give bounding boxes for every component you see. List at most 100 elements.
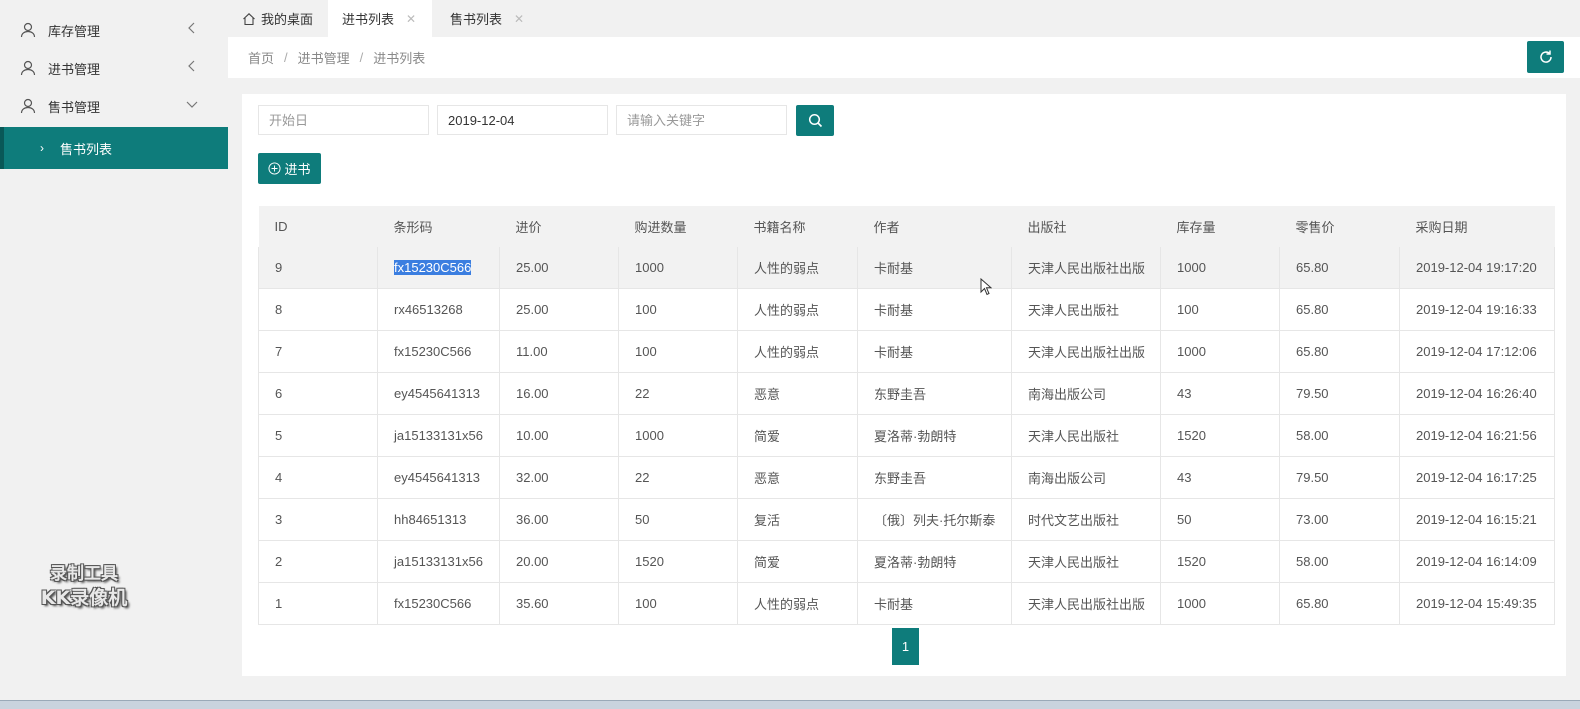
column-header: 零售价 (1279, 206, 1400, 247)
table-cell: 恶意 (737, 456, 858, 499)
table-cell: 73.00 (1279, 498, 1400, 541)
user-icon (20, 98, 36, 114)
pagination-page-1[interactable]: 1 (892, 628, 919, 665)
table-cell: 夏洛蒂·勃朗特 (857, 414, 1012, 457)
table-cell: 复活 (737, 498, 858, 541)
column-header: 库存量 (1160, 206, 1280, 247)
sidebar-item-label: 进书管理 (48, 61, 101, 77)
end-date-input[interactable] (437, 105, 608, 135)
breadcrumb-separator: / (359, 50, 364, 65)
column-header: 条形码 (377, 206, 500, 247)
table-cell: 32.00 (499, 456, 619, 499)
home-icon (243, 12, 255, 25)
table-cell: 东野圭吾 (857, 372, 1012, 415)
refresh-button[interactable] (1527, 41, 1564, 73)
table-cell: 58.00 (1279, 414, 1400, 457)
sidebar: 库存管理 进书管理 售书管理 › 售书列表 录制工具 KK录像机 (0, 0, 228, 700)
table-cell: 1 (258, 582, 378, 625)
table-cell: 1520 (1160, 540, 1280, 583)
table-cell: 36.00 (499, 498, 619, 541)
table-cell: 8 (258, 288, 378, 331)
table-row[interactable]: 5 ja15133131x56 10.00 1000 简爱 夏洛蒂·勃朗特 天津人民出版社 1… (258, 414, 1555, 457)
table-cell: 50 (618, 498, 738, 541)
table-row[interactable]: 4 ey4545641313 32.00 22 恶意 东野圭吾 南海出版公司 43 79.50 2… (258, 456, 1555, 499)
table-cell: 1520 (618, 540, 738, 583)
add-purchase-button[interactable]: 进书 (258, 153, 321, 184)
main-panel: 进书 ID条形码进价购进数量书籍名称作者出版社库存量零售价采购日期 9 fx152… (242, 94, 1566, 676)
table-cell: 2019-12-04 16:14:09 (1399, 540, 1555, 583)
table-cell: rx46513268 (377, 288, 500, 331)
table-row[interactable]: 2 ja15133131x56 20.00 1520 简爱 夏洛蒂·勃朗特 天津人民出版社 1… (258, 540, 1555, 583)
breadcrumb-current: 进书列表 (373, 51, 426, 66)
sidebar-item-inventory[interactable]: 库存管理 (0, 11, 228, 49)
table-cell: 2 (258, 540, 378, 583)
column-header: 出版社 (1011, 206, 1161, 247)
table-cell: 65.80 (1279, 288, 1400, 331)
sidebar-item-label: 库存管理 (48, 23, 101, 39)
table-cell: 天津人民出版社 (1011, 540, 1161, 583)
table-cell: 65.80 (1279, 582, 1400, 625)
sidebar-item-sales[interactable]: 售书管理 (0, 87, 228, 125)
table-cell: fx15230C566 (377, 330, 500, 373)
sidebar-item-purchase[interactable]: 进书管理 (0, 49, 228, 87)
user-icon (20, 60, 36, 76)
table-cell: 恶意 (737, 372, 858, 415)
table-cell: 1000 (1160, 582, 1280, 625)
table-cell: 25.00 (499, 288, 619, 331)
table-row[interactable]: 9 fx15230C566 25.00 1000 人性的弱点 卡耐基 天津人民出版社出版 10… (258, 247, 1555, 289)
column-header: 书籍名称 (737, 206, 858, 247)
table-cell: 2019-12-04 17:12:06 (1399, 330, 1555, 373)
table-cell: 7 (258, 330, 378, 373)
table-cell: 南海出版公司 (1011, 372, 1161, 415)
tab-purchase-list[interactable]: 进书列表 ✕ (328, 0, 432, 37)
table-cell: 43 (1160, 372, 1280, 415)
table-cell: fx15230C566 (377, 582, 500, 625)
table-row[interactable]: 7 fx15230C566 11.00 100 人性的弱点 卡耐基 天津人民出版社出版 100… (258, 330, 1555, 373)
search-icon (808, 113, 822, 128)
chevron-down-icon (186, 101, 198, 108)
table-cell: 5 (258, 414, 378, 457)
breadcrumb-separator: / (284, 50, 288, 65)
table-cell: 25.00 (499, 247, 619, 289)
watermark: 录制工具 KK录像机 (26, 562, 142, 610)
table-cell: 100 (618, 288, 738, 331)
table-row[interactable]: 6 ey4545641313 16.00 22 恶意 东野圭吾 南海出版公司 43 79.50 2… (258, 372, 1555, 415)
close-icon[interactable]: ✕ (406, 12, 416, 26)
table-cell: 9 (258, 247, 378, 289)
table-cell: 3 (258, 498, 378, 541)
search-button[interactable] (796, 105, 834, 136)
breadcrumb-section[interactable]: 进书管理 (298, 48, 350, 67)
column-header: 进价 (499, 206, 619, 247)
add-button-label: 进书 (284, 162, 311, 177)
column-header: ID (258, 206, 378, 247)
close-icon[interactable]: ✕ (514, 12, 524, 26)
table-cell: 58.00 (1279, 540, 1400, 583)
table-cell: 2019-12-04 16:26:40 (1399, 372, 1555, 415)
sidebar-subitem-sales-list[interactable]: › 售书列表 (0, 127, 228, 169)
table-cell: 79.50 (1279, 372, 1400, 415)
table-cell: 人性的弱点 (737, 582, 858, 625)
keyword-input[interactable] (616, 105, 787, 135)
table-cell: ey4545641313 (377, 456, 500, 499)
tab-bar: 我的桌面 进书列表 ✕ 售书列表 ✕ (228, 0, 1580, 37)
table-row[interactable]: 3 hh84651313 36.00 50 复活 〔俄〕列夫·托尔斯泰 时代文艺出版社 50 7… (258, 498, 1555, 541)
table-cell: 南海出版公司 (1011, 456, 1161, 499)
tab-sales-list[interactable]: 售书列表 ✕ (450, 0, 540, 37)
refresh-icon (1539, 50, 1552, 63)
sidebar-subitem-label: 售书列表 (60, 141, 113, 157)
table-cell: 卡耐基 (857, 330, 1012, 373)
table-cell: 100 (618, 582, 738, 625)
table-cell: 天津人民出版社出版 (1011, 582, 1161, 625)
breadcrumb-home[interactable]: 首页 (248, 48, 274, 67)
start-date-input[interactable] (258, 105, 429, 135)
table-cell: 100 (1160, 288, 1280, 331)
table-cell: 简爱 (737, 540, 858, 583)
table-cell: 100 (618, 330, 738, 373)
tab-desktop[interactable]: 我的桌面 (242, 0, 332, 37)
table-cell: 简爱 (737, 414, 858, 457)
table-cell: 16.00 (499, 372, 619, 415)
table-cell: 2019-12-04 19:16:33 (1399, 288, 1555, 331)
table-cell: 11.00 (499, 330, 619, 373)
table-row[interactable]: 1 fx15230C566 35.60 100 人性的弱点 卡耐基 天津人民出版社出版 100… (258, 582, 1555, 625)
table-row[interactable]: 8 rx46513268 25.00 100 人性的弱点 卡耐基 天津人民出版社 100 65.… (258, 288, 1555, 331)
